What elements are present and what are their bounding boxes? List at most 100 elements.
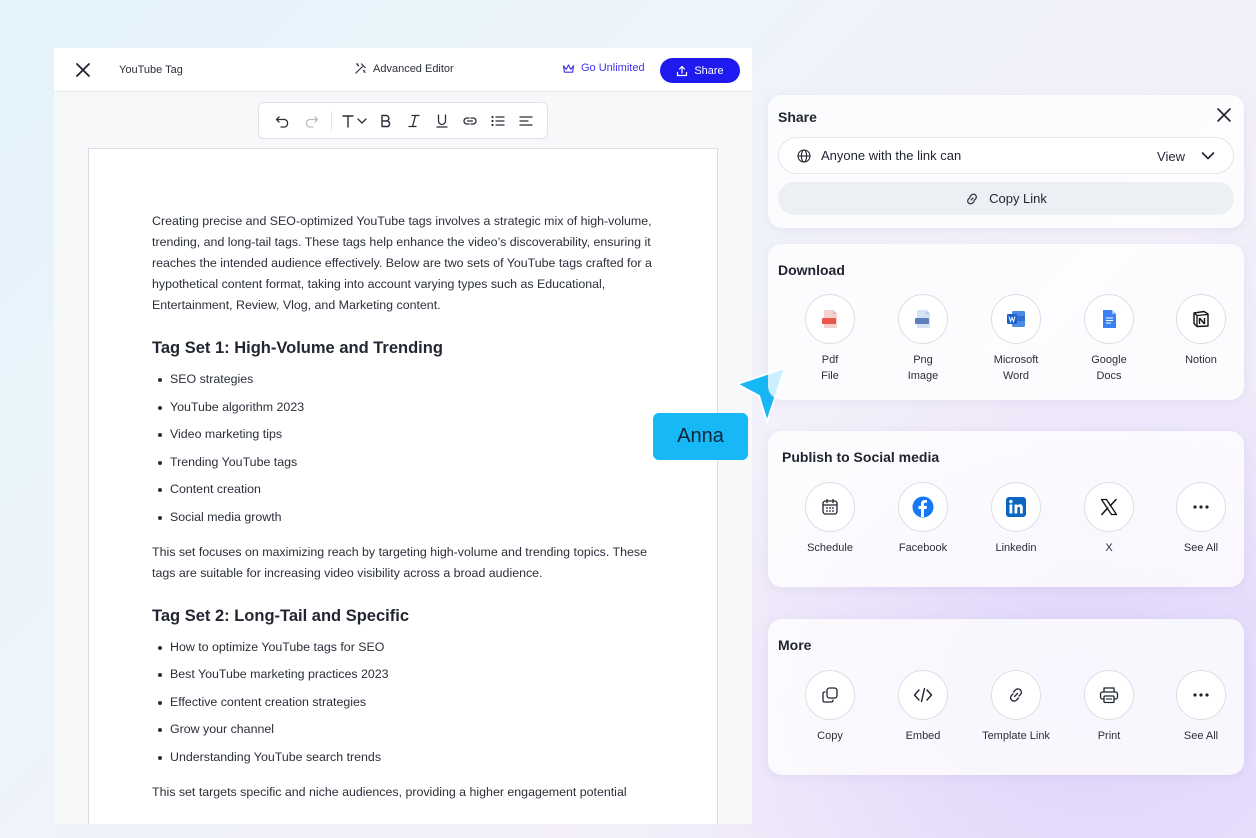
more-item-label: Template Link bbox=[982, 730, 1050, 742]
download-pdf-button[interactable]: Pdf File bbox=[785, 294, 875, 384]
chevron-down-icon bbox=[1201, 152, 1215, 160]
share-panel: Share Anyone with the link can View Copy… bbox=[768, 95, 1244, 228]
download-panel: Download Pdf File Png Image Microsoft Wo… bbox=[768, 244, 1244, 400]
toolbar-divider bbox=[331, 110, 332, 131]
copy-link-label: Copy Link bbox=[989, 191, 1047, 206]
publish-item-label: Linkedin bbox=[995, 542, 1037, 554]
undo-icon bbox=[275, 115, 289, 128]
printer-icon bbox=[1099, 687, 1119, 704]
calendar-icon bbox=[822, 498, 838, 515]
close-icon[interactable] bbox=[74, 61, 92, 79]
document-content: Creating precise and SEO-optimized YouTu… bbox=[152, 211, 662, 803]
advanced-editor-label: Advanced Editor bbox=[373, 62, 454, 75]
embed-button[interactable]: Embed bbox=[878, 670, 968, 744]
publish-item-label: X bbox=[1105, 542, 1113, 554]
copy-circle bbox=[805, 670, 855, 720]
pdf-circle bbox=[805, 294, 855, 344]
magic-pencil-icon bbox=[355, 63, 366, 74]
docs-circle bbox=[1084, 294, 1134, 344]
tag-list-item: How to optimize YouTube tags for SEO bbox=[152, 634, 662, 662]
publish-options: Schedule Facebook Linkedin X See All bbox=[778, 482, 1236, 592]
download-options: Pdf File Png Image Microsoft Word Google… bbox=[778, 294, 1236, 404]
tag-list-item: Social media growth bbox=[152, 504, 662, 532]
set1-tag-list: SEO strategies YouTube algorithm 2023 Vide… bbox=[152, 366, 662, 532]
go-unlimited-button[interactable]: Go Unlimited bbox=[562, 62, 645, 74]
publish-item-label: Schedule bbox=[807, 542, 853, 554]
editor-topbar: YouTube Tag Advanced Editor Go Unlimited… bbox=[54, 48, 752, 92]
linkedin-button[interactable]: Linkedin bbox=[971, 482, 1061, 556]
print-button[interactable]: Print bbox=[1064, 670, 1154, 744]
link-access-dropdown[interactable]: Anyone with the link can View bbox=[778, 137, 1234, 174]
word-circle bbox=[991, 294, 1041, 344]
download-word-button[interactable]: Microsoft Word bbox=[971, 294, 1061, 384]
more-icon bbox=[1193, 505, 1209, 509]
copy-button[interactable]: Copy bbox=[785, 670, 875, 744]
publish-item-label: Facebook bbox=[898, 542, 948, 554]
see-all-more-button[interactable]: See All bbox=[1156, 670, 1246, 744]
bold-icon bbox=[381, 114, 391, 127]
set2-heading: Tag Set 2: Long-Tail and Specific bbox=[152, 606, 409, 625]
tag-list-item: Video marketing tips bbox=[152, 421, 662, 449]
editor-window: YouTube Tag Advanced Editor Go Unlimited… bbox=[54, 48, 752, 824]
redo-icon bbox=[305, 115, 319, 128]
download-panel-title: Download bbox=[778, 262, 845, 278]
share-panel-title: Share bbox=[778, 109, 817, 125]
set2-summary: This set targets specific and niche audi… bbox=[152, 784, 627, 799]
crown-icon bbox=[562, 63, 575, 73]
more-item-label: Copy bbox=[817, 730, 843, 742]
advanced-editor-button[interactable]: Advanced Editor bbox=[354, 62, 454, 75]
close-icon[interactable] bbox=[1216, 107, 1232, 123]
text-style-dropdown[interactable] bbox=[338, 107, 372, 135]
template-link-button[interactable]: Template Link bbox=[971, 670, 1061, 744]
download-notion-button[interactable]: Notion bbox=[1156, 294, 1246, 368]
embed-circle bbox=[898, 670, 948, 720]
more-icon bbox=[1193, 693, 1209, 697]
undo-button[interactable] bbox=[269, 107, 297, 135]
tag-list-item: SEO strategies bbox=[152, 366, 662, 394]
png-circle bbox=[898, 294, 948, 344]
pdf-file-icon bbox=[822, 310, 837, 328]
template-link-circle bbox=[991, 670, 1041, 720]
x-button[interactable]: X bbox=[1064, 482, 1154, 556]
publish-item-label: See All bbox=[1183, 542, 1219, 554]
download-google-docs-button[interactable]: Google Docs bbox=[1064, 294, 1154, 384]
tag-list-item: Content creation bbox=[152, 476, 662, 504]
notion-icon bbox=[1193, 310, 1209, 328]
align-left-button[interactable] bbox=[512, 107, 540, 135]
see-all-social-button[interactable]: See All bbox=[1156, 482, 1246, 556]
bullet-list-button[interactable] bbox=[484, 107, 512, 135]
download-png-button[interactable]: Png Image bbox=[878, 294, 968, 384]
schedule-button[interactable]: Schedule bbox=[785, 482, 875, 556]
upload-icon bbox=[677, 65, 688, 76]
link-icon bbox=[1010, 688, 1022, 702]
set2-tag-list: How to optimize YouTube tags for SEO Best… bbox=[152, 634, 662, 772]
set1-heading: Tag Set 1: High-Volume and Trending bbox=[152, 339, 443, 357]
share-button-label: Share bbox=[694, 64, 724, 77]
link-button[interactable] bbox=[456, 107, 484, 135]
document-page[interactable]: Creating precise and SEO-optimized YouTu… bbox=[88, 148, 718, 824]
bullet-list-icon bbox=[491, 115, 505, 126]
redo-button[interactable] bbox=[297, 107, 325, 135]
underline-button[interactable] bbox=[428, 107, 456, 135]
publish-panel-title: Publish to Social media bbox=[782, 449, 940, 465]
tag-list-item: Effective content creation strategies bbox=[152, 689, 662, 717]
collaborator-name-tag: Anna bbox=[653, 413, 748, 460]
italic-button[interactable] bbox=[400, 107, 428, 135]
print-circle bbox=[1084, 670, 1134, 720]
facebook-circle bbox=[898, 482, 948, 532]
facebook-button[interactable]: Facebook bbox=[878, 482, 968, 556]
notion-circle bbox=[1176, 294, 1226, 344]
copy-link-button[interactable]: Copy Link bbox=[778, 182, 1234, 215]
google-docs-icon bbox=[1102, 310, 1116, 328]
tag-list-item: YouTube algorithm 2023 bbox=[152, 394, 662, 422]
intro-paragraph: Creating precise and SEO-optimized YouTu… bbox=[152, 214, 652, 312]
more-item-label: Embed bbox=[905, 730, 941, 742]
tag-list-item: Grow your channel bbox=[152, 716, 662, 744]
bold-button[interactable] bbox=[372, 107, 400, 135]
underline-icon bbox=[436, 113, 448, 128]
png-image-icon bbox=[915, 310, 930, 328]
share-button[interactable]: Share bbox=[660, 58, 740, 83]
download-item-label: Google Docs bbox=[1091, 354, 1127, 382]
facebook-icon bbox=[912, 496, 934, 518]
text-style-icon bbox=[342, 114, 367, 128]
